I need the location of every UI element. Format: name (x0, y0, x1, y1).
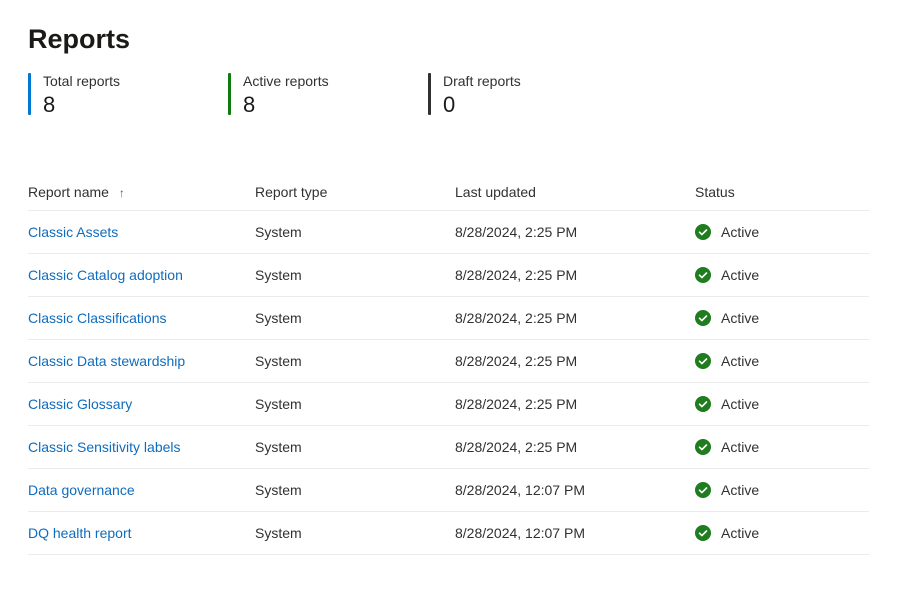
cell-type: System (255, 512, 455, 555)
cell-type: System (255, 211, 455, 254)
column-header-status-label: Status (695, 184, 735, 200)
status-text: Active (721, 439, 759, 455)
cell-updated: 8/28/2024, 2:25 PM (455, 426, 695, 469)
stat-bar (428, 73, 431, 115)
checkmark-circle-icon (695, 396, 711, 412)
cell-type: System (255, 254, 455, 297)
reports-tbody: Classic AssetsSystem8/28/2024, 2:25 PMAc… (28, 211, 869, 555)
report-link[interactable]: Classic Catalog adoption (28, 267, 183, 283)
cell-type: System (255, 383, 455, 426)
cell-updated: 8/28/2024, 2:25 PM (455, 340, 695, 383)
table-row: Data governance System8/28/2024, 12:07 PM… (28, 469, 869, 512)
checkmark-circle-icon (695, 482, 711, 498)
checkmark-circle-icon (695, 224, 711, 240)
checkmark-circle-icon (695, 525, 711, 541)
report-link[interactable]: Classic Glossary (28, 396, 132, 412)
status-text: Active (721, 267, 759, 283)
stat-bar (28, 73, 31, 115)
stat-value: 0 (443, 92, 521, 118)
status-cell: Active (695, 310, 861, 326)
column-header-name[interactable]: Report name ↑ (28, 174, 255, 211)
cell-updated: 8/28/2024, 2:25 PM (455, 383, 695, 426)
status-cell: Active (695, 439, 861, 455)
cell-type: System (255, 340, 455, 383)
status-cell: Active (695, 267, 861, 283)
table-row: Classic Glossary System8/28/2024, 2:25 PM… (28, 383, 869, 426)
checkmark-circle-icon (695, 310, 711, 326)
cell-type: System (255, 426, 455, 469)
column-header-name-label: Report name (28, 184, 109, 200)
cell-updated: 8/28/2024, 12:07 PM (455, 469, 695, 512)
stat-label: Total reports (43, 73, 120, 90)
reports-table: Report name ↑ Report type Last updated S… (28, 174, 869, 555)
column-header-updated-label: Last updated (455, 184, 536, 200)
table-row: Classic Assets System8/28/2024, 2:25 PM Ac… (28, 211, 869, 254)
column-header-updated[interactable]: Last updated (455, 174, 695, 211)
status-text: Active (721, 482, 759, 498)
stat-label: Draft reports (443, 73, 521, 90)
checkmark-circle-icon (695, 439, 711, 455)
checkmark-circle-icon (695, 267, 711, 283)
cell-type: System (255, 297, 455, 340)
cell-type: System (255, 469, 455, 512)
report-link[interactable]: Data governance (28, 482, 135, 498)
stat-card: Draft reports 0 (428, 73, 628, 118)
report-link[interactable]: DQ health report (28, 525, 132, 541)
column-header-status[interactable]: Status (695, 174, 869, 211)
stat-card: Total reports 8 (28, 73, 228, 118)
table-row: DQ health report System8/28/2024, 12:07 P… (28, 512, 869, 555)
table-row: Classic Classifications System8/28/2024, … (28, 297, 869, 340)
status-text: Active (721, 353, 759, 369)
stat-content: Total reports 8 (43, 73, 120, 118)
column-header-type-label: Report type (255, 184, 327, 200)
table-row: Classic Data stewardship System8/28/2024,… (28, 340, 869, 383)
report-link[interactable]: Classic Sensitivity labels (28, 439, 181, 455)
stat-value: 8 (43, 92, 120, 118)
status-cell: Active (695, 396, 861, 412)
status-text: Active (721, 396, 759, 412)
status-cell: Active (695, 224, 861, 240)
column-header-type[interactable]: Report type (255, 174, 455, 211)
status-cell: Active (695, 353, 861, 369)
status-cell: Active (695, 482, 861, 498)
cell-updated: 8/28/2024, 12:07 PM (455, 512, 695, 555)
report-link[interactable]: Classic Classifications (28, 310, 166, 326)
report-link[interactable]: Classic Assets (28, 224, 118, 240)
stat-card: Active reports 8 (228, 73, 428, 118)
stat-bar (228, 73, 231, 115)
stat-label: Active reports (243, 73, 329, 90)
cell-updated: 8/28/2024, 2:25 PM (455, 297, 695, 340)
table-row: Classic Sensitivity labels System8/28/202… (28, 426, 869, 469)
cell-updated: 8/28/2024, 2:25 PM (455, 254, 695, 297)
checkmark-circle-icon (695, 353, 711, 369)
stat-content: Draft reports 0 (443, 73, 521, 118)
table-row: Classic Catalog adoption System8/28/2024,… (28, 254, 869, 297)
status-text: Active (721, 525, 759, 541)
cell-updated: 8/28/2024, 2:25 PM (455, 211, 695, 254)
status-text: Active (721, 224, 759, 240)
report-link[interactable]: Classic Data stewardship (28, 353, 185, 369)
stats-row: Total reports 8 Active reports 8 Draft repor… (28, 73, 869, 118)
stat-value: 8 (243, 92, 329, 118)
sort-arrow-icon: ↑ (119, 186, 125, 200)
status-cell: Active (695, 525, 861, 541)
stat-content: Active reports 8 (243, 73, 329, 118)
page-title: Reports (28, 24, 869, 55)
status-text: Active (721, 310, 759, 326)
